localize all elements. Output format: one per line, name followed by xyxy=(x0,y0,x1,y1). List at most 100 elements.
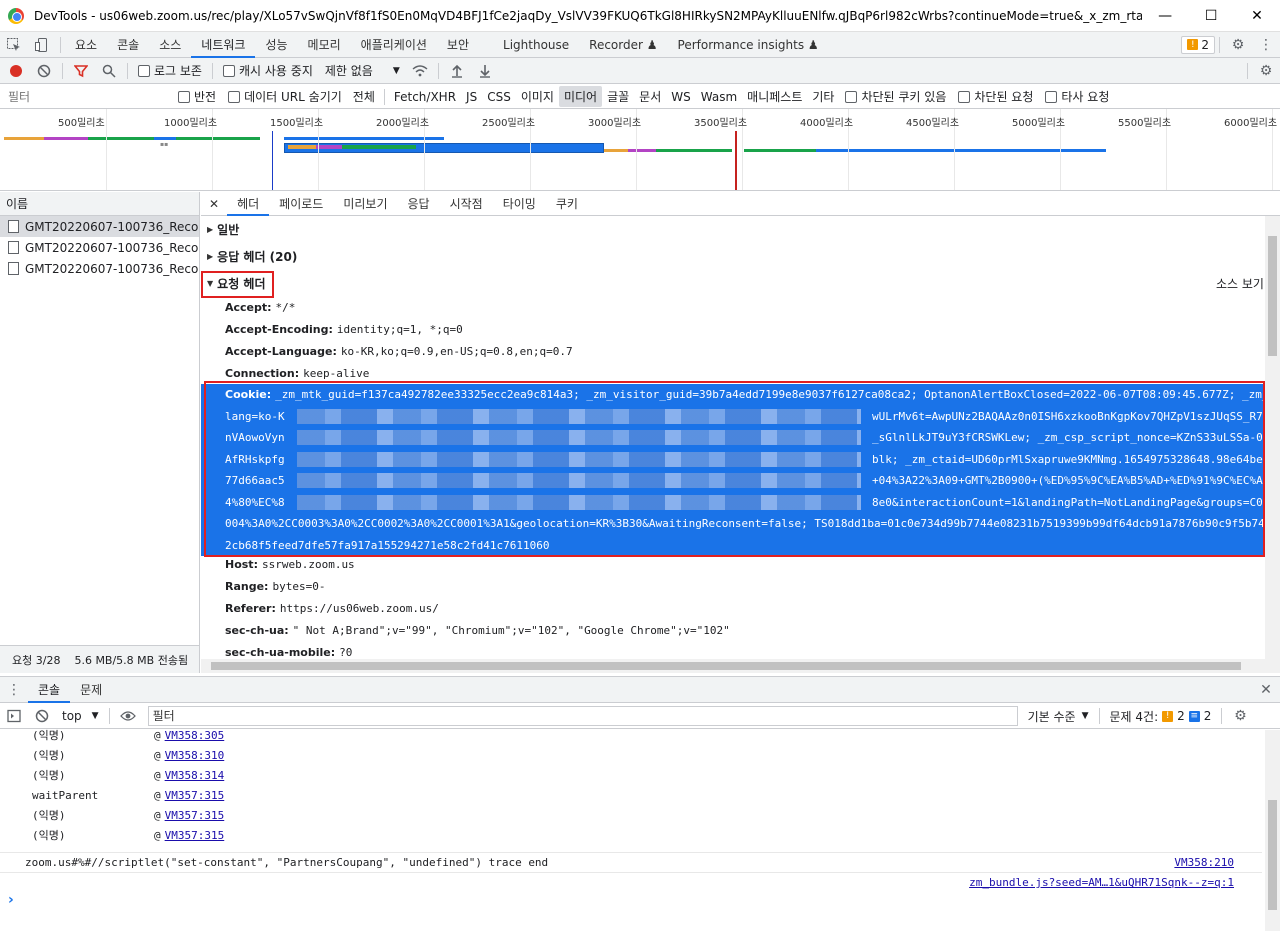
hide-data-urls-checkbox[interactable]: 데이터 URL 숨기기 xyxy=(228,88,342,105)
close-drawer-icon[interactable]: ✕ xyxy=(1252,677,1280,703)
console-issues-button[interactable]: 문제 4건: ! 2 ≡ 2 xyxy=(1110,708,1212,725)
request-header-row[interactable]: Connection: keep-alive xyxy=(201,363,1280,385)
request-row[interactable]: GMT20220607-100736_Recor... xyxy=(0,258,199,279)
cookie-header-selected[interactable]: Cookie: _zm_mtk_guid=f137ca492782ee33325e… xyxy=(201,384,1264,556)
import-har-icon[interactable] xyxy=(443,58,471,84)
checkbox-box[interactable] xyxy=(1045,90,1058,103)
disable-cache-checkbox[interactable]: 캐시 사용 중지 xyxy=(222,62,313,79)
blocked-cookies-checkbox[interactable]: 차단된 쿠키 있음 xyxy=(845,88,946,105)
section-request-headers[interactable]: ▼ 요청 헤더 소스 보기 xyxy=(201,270,1280,297)
filter-funnel-icon[interactable] xyxy=(67,58,95,84)
checkbox-box[interactable] xyxy=(178,90,190,103)
main-tab[interactable]: 애플리케이션 xyxy=(351,32,437,58)
main-tab[interactable]: Performance insights ♟ xyxy=(668,32,829,58)
request-header-row[interactable]: Host: ssrweb.zoom.us xyxy=(201,554,1264,576)
maximize-button[interactable]: ☐ xyxy=(1188,0,1234,32)
detail-vertical-scrollbar[interactable] xyxy=(1265,216,1280,659)
console-settings-gear-icon[interactable]: ⚙ xyxy=(1226,703,1254,729)
main-tab[interactable]: Lighthouse xyxy=(493,32,579,58)
source-link[interactable]: VM358:314 xyxy=(165,766,225,786)
scroll-thumb[interactable] xyxy=(211,662,1241,670)
console-message-source[interactable]: VM358:210 xyxy=(1174,853,1234,873)
name-column-header[interactable]: 이름 xyxy=(0,192,199,216)
main-tab[interactable]: Recorder ♟ xyxy=(579,32,667,58)
preserve-log-checkbox[interactable]: 로그 보존 xyxy=(138,62,202,79)
main-tab[interactable]: 메모리 xyxy=(298,32,351,58)
issues-badge[interactable]: ! 2 xyxy=(1181,35,1215,54)
request-header-row[interactable]: Range: bytes=0- xyxy=(201,576,1264,598)
section-general[interactable]: ▶ 일반 xyxy=(201,216,1280,243)
third-party-checkbox[interactable]: 타사 요청 xyxy=(1045,88,1109,105)
console-output[interactable]: (익명) @ VM358:305 (익명) @ VM358:310 (익명) @ VM358:3… xyxy=(0,729,1280,931)
console-prompt-icon[interactable]: › xyxy=(8,892,14,908)
detail-tab[interactable]: 응답 xyxy=(398,192,440,216)
close-window-button[interactable]: ✕ xyxy=(1234,0,1280,32)
clear-icon[interactable] xyxy=(30,58,58,84)
detail-tab[interactable]: 미리보기 xyxy=(333,192,397,216)
drawer-menu-icon[interactable]: ⋮ xyxy=(0,677,28,703)
scroll-thumb[interactable] xyxy=(1268,800,1277,910)
source-link[interactable]: VM358:310 xyxy=(165,746,225,766)
record-icon[interactable] xyxy=(10,64,22,77)
filter-type-button[interactable]: 미디어 xyxy=(558,86,603,107)
invert-checkbox[interactable]: 반전 xyxy=(178,88,216,105)
detail-tab[interactable]: 헤더 xyxy=(227,192,270,216)
detail-tab[interactable]: 시작점 xyxy=(440,192,493,216)
blocked-requests-checkbox[interactable]: 차단된 요청 xyxy=(958,88,1033,105)
network-overview[interactable]: ▪▪ 500밀리초 1000밀리초 1500밀리초 2000밀리초 2500밀리초 300… xyxy=(0,109,1280,191)
detail-tab[interactable]: 타이밍 xyxy=(493,192,546,216)
filter-type-button[interactable]: 전체 xyxy=(348,86,380,107)
source-link[interactable]: VM357:315 xyxy=(165,786,225,806)
view-source-link[interactable]: 소스 보기 xyxy=(1216,275,1264,292)
detail-horizontal-scrollbar[interactable] xyxy=(201,659,1280,673)
main-tab[interactable]: 콘솔 xyxy=(107,32,149,58)
main-tab[interactable]: 성능 xyxy=(255,32,297,58)
source-link[interactable]: VM358:305 xyxy=(165,726,225,746)
detail-tab[interactable]: 페이로드 xyxy=(269,192,333,216)
main-tab[interactable]: 요소 xyxy=(65,32,107,58)
filter-type-button[interactable]: 기타 xyxy=(807,86,839,107)
close-detail-icon[interactable]: ✕ xyxy=(201,192,227,216)
filter-type-button[interactable]: Wasm xyxy=(696,88,742,106)
request-header-row[interactable]: Accept-Encoding: identity;q=1, *;q=0 xyxy=(201,319,1280,341)
minimize-button[interactable]: — xyxy=(1142,0,1188,32)
filter-type-button[interactable]: 글꼴 xyxy=(602,86,634,107)
request-header-row[interactable]: sec-ch-ua: " Not A;Brand";v="99", "Chromi… xyxy=(201,620,1264,642)
checkbox-box[interactable] xyxy=(222,64,235,77)
request-row[interactable]: GMT20220607-100736_Recor... xyxy=(0,216,199,237)
checkbox-box[interactable] xyxy=(138,64,150,77)
request-header-row[interactable]: Accept-Language: ko-KR,ko;q=0.9,en-US;q=0… xyxy=(201,341,1280,363)
log-level-select[interactable]: 기본 수준 ▼ xyxy=(1028,708,1089,725)
request-header-row[interactable]: Accept: */* xyxy=(201,297,1280,319)
checkbox-box[interactable] xyxy=(958,90,971,103)
network-conditions-icon[interactable] xyxy=(406,58,434,84)
export-har-icon[interactable] xyxy=(471,58,499,84)
search-icon[interactable] xyxy=(95,58,123,84)
detail-tab[interactable]: 쿠키 xyxy=(546,192,588,216)
inspect-element-icon[interactable] xyxy=(0,32,28,58)
settings-gear-icon[interactable]: ⚙ xyxy=(1224,32,1252,58)
filter-input[interactable] xyxy=(4,86,172,107)
drawer-tab[interactable]: 문제 xyxy=(70,677,112,703)
filter-type-button[interactable]: 문서 xyxy=(634,86,666,107)
source-link[interactable]: VM357:315 xyxy=(165,806,225,826)
main-tab[interactable]: 소스 xyxy=(149,32,191,58)
console-message-source[interactable]: zm_bundle.js?seed=AM…1&uQHR71Sqnk--z=q:1 xyxy=(969,873,1234,893)
checkbox-box[interactable] xyxy=(845,90,858,103)
context-select[interactable]: top ▼ xyxy=(62,709,99,723)
request-row[interactable]: GMT20220607-100736_Recor... xyxy=(0,237,199,258)
filter-type-button[interactable]: CSS xyxy=(482,88,516,106)
filter-type-button[interactable]: JS xyxy=(461,88,482,106)
filter-type-button[interactable]: 이미지 xyxy=(516,86,559,107)
throttle-select[interactable]: 제한 없음 ▼ xyxy=(325,62,400,79)
source-link[interactable]: VM357:315 xyxy=(165,826,225,846)
filter-type-button[interactable]: 매니페스트 xyxy=(742,86,807,107)
console-scrollbar[interactable] xyxy=(1265,730,1280,931)
filter-type-button[interactable]: WS xyxy=(666,88,695,106)
filter-type-button[interactable]: Fetch/XHR xyxy=(389,88,461,106)
main-tab[interactable]: 보안 xyxy=(437,32,479,58)
network-settings-gear-icon[interactable]: ⚙ xyxy=(1252,58,1280,84)
checkbox-box[interactable] xyxy=(228,90,241,103)
drawer-tab[interactable]: 콘솔 xyxy=(28,677,71,703)
more-options-icon[interactable]: ⋮ xyxy=(1252,32,1280,58)
